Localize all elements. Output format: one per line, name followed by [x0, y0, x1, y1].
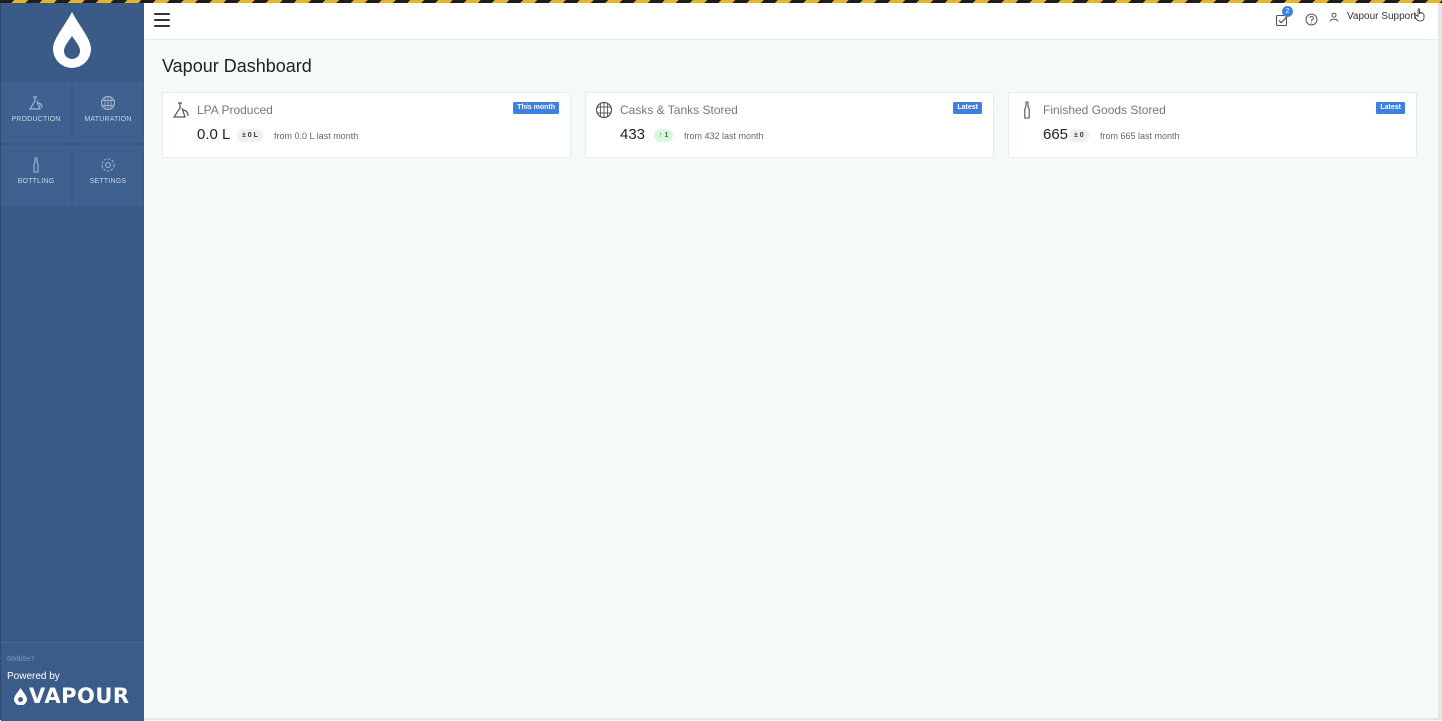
vapour-brand-logo: VAPOUR: [14, 684, 130, 708]
sidebar: PRODUCTION MATURATION BOTTLING SETTINGS …: [0, 0, 144, 721]
hazard-stripe: [0, 0, 1442, 3]
droplet-logo-icon: [53, 12, 91, 68]
sidebar-item-maturation[interactable]: MATURATION: [73, 83, 143, 143]
period-badge: This month: [513, 102, 559, 114]
comparison-text: from 0.0 L last month: [274, 131, 359, 141]
page-title: Vapour Dashboard: [162, 56, 312, 76]
comparison-text: from 432 last month: [684, 131, 764, 141]
help-icon[interactable]: [1305, 13, 1318, 26]
card-value: 665: [1043, 126, 1069, 143]
card-title: Casks & Tanks Stored: [620, 103, 738, 117]
sidebar-item-label: PRODUCTION: [11, 116, 61, 123]
hand-cursor-icon: [1414, 8, 1425, 22]
user-menu[interactable]: Vapour Support: [1329, 11, 1416, 22]
card-value: 433: [620, 126, 646, 143]
barrel-icon: [595, 101, 613, 119]
user-name: Vapour Support: [1347, 11, 1417, 22]
top-header: 2 Vapour Support: [144, 3, 1438, 40]
bottle-icon: [33, 157, 39, 173]
sidebar-item-label: MATURATION: [84, 116, 132, 123]
period-badge: Latest: [1376, 102, 1405, 114]
card-value: 0.0 L: [197, 126, 231, 143]
card-title: Finished Goods Stored: [1043, 103, 1166, 117]
sidebar-footer: 68db5e7 Powered by VAPOUR: [1, 642, 144, 721]
droplet-brand-icon: [14, 687, 27, 705]
sidebar-item-production[interactable]: PRODUCTION: [1, 83, 71, 143]
brand-wordmark: VAPOUR: [29, 684, 130, 708]
user-icon: [1329, 12, 1339, 22]
sidebar-item-label: BOTTLING: [17, 178, 55, 185]
bottle-icon: [1024, 101, 1030, 119]
hamburger-menu-button[interactable]: [154, 13, 170, 27]
sidebar-item-label: SETTINGS: [89, 178, 127, 185]
still-icon: [28, 96, 43, 110]
stat-card-casks-tanks: Casks & Tanks Stored Latest 433 ↑ 1 from…: [585, 92, 994, 158]
stat-card-lpa-produced: LPA Produced This month 0.0 L ± 0 L from…: [162, 92, 571, 158]
delta-badge: ± 0: [1069, 129, 1089, 142]
sidebar-item-bottling[interactable]: BOTTLING: [1, 145, 71, 205]
delta-badge: ± 0 L: [237, 129, 263, 142]
tasks-count-badge: 2: [1282, 6, 1293, 17]
window-right-border: [1438, 0, 1442, 720]
delta-badge: ↑ 1: [654, 129, 674, 142]
stat-card-finished-goods: Finished Goods Stored Latest 665 ± 0 fro…: [1008, 92, 1417, 158]
gear-icon: [101, 158, 115, 172]
card-title: LPA Produced: [197, 103, 273, 117]
comparison-text: from 665 last month: [1100, 131, 1180, 141]
period-badge: Latest: [953, 102, 982, 114]
version-hash: 68db5e7: [7, 656, 35, 663]
sidebar-item-settings[interactable]: SETTINGS: [73, 145, 143, 205]
barrel-icon: [100, 95, 116, 111]
app-logo[interactable]: [1, 3, 144, 81]
powered-by-label: Powered by: [7, 671, 60, 682]
still-icon: [172, 102, 189, 118]
